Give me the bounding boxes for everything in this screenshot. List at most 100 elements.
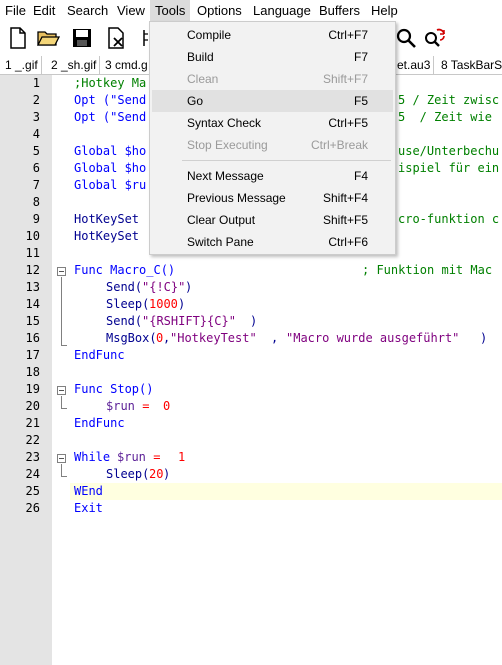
code-line-20-var: $run — [106, 399, 135, 413]
code-line-14: Sleep( — [106, 297, 150, 311]
fold-guide — [61, 464, 62, 476]
code-line-15-paren: ) — [250, 314, 258, 328]
code-line-24-number: 20 — [149, 467, 164, 481]
menu-item-shortcut: Ctrl+F5 — [328, 116, 368, 130]
menu-item-label: Previous Message — [187, 191, 286, 205]
menu-item-stop-executing: Stop Executing Ctrl+Break — [152, 134, 393, 156]
menu-help[interactable]: Help — [366, 0, 403, 22]
fold-guide-end — [61, 345, 67, 346]
code-line-3-tail: 5 / Zeit wie — [398, 110, 492, 124]
tab-1[interactable]: 1 _.gif — [2, 56, 42, 74]
tab-active-au3[interactable]: et.au3 — [394, 56, 435, 74]
line-number: 8 — [32, 195, 40, 209]
fold-guide — [61, 396, 62, 408]
menu-item-clear-output[interactable]: Clear Output Shift+F5 — [152, 209, 393, 231]
replace-icon[interactable] — [422, 26, 446, 50]
code-line-13-paren: ) — [185, 280, 193, 294]
line-number: 5 — [32, 144, 40, 158]
menu-edit[interactable]: Edit — [28, 0, 60, 22]
menu-item-label: Clear Output — [187, 213, 256, 227]
find-icon[interactable] — [394, 26, 418, 50]
line-number: 11 — [25, 246, 40, 260]
menu-item-syntax-check[interactable]: Syntax Check Ctrl+F5 — [152, 112, 393, 134]
code-line-24-paren: ) — [163, 467, 171, 481]
caret-line-highlight — [70, 483, 502, 500]
menu-item-shortcut: Ctrl+F7 — [328, 28, 368, 42]
code-line-23: While — [74, 450, 118, 464]
code-line-1: ;Hotkey Ma — [74, 76, 147, 90]
code-line-19: Func Stop() — [74, 382, 154, 396]
menu-item-label: Clean — [187, 72, 219, 86]
code-line-5: Global $ho — [74, 144, 147, 158]
menu-view[interactable]: View — [112, 0, 150, 22]
menu-item-previous-message[interactable]: Previous Message Shift+F4 — [152, 187, 393, 209]
code-line-14-paren: ) — [178, 297, 186, 311]
line-number: 21 — [25, 416, 40, 430]
menu-item-shortcut: F4 — [353, 169, 368, 183]
code-line-6-tail: ispiel für ein — [398, 161, 500, 175]
line-number: 25 — [25, 484, 40, 498]
open-folder-icon[interactable] — [36, 26, 61, 50]
menu-item-shortcut: Shift+F4 — [322, 191, 368, 205]
line-number: 10 — [25, 229, 40, 243]
line-number: 20 — [25, 399, 40, 413]
fold-guide-end — [61, 476, 67, 477]
tab-8[interactable]: 8 TaskBarSe — [438, 56, 502, 74]
close-file-icon[interactable] — [104, 26, 128, 50]
code-line-23-var: $run — [117, 450, 146, 464]
code-line-16: MsgBox( — [106, 331, 157, 345]
line-number: 13 — [25, 280, 40, 294]
code-line-12: Func Macro_C() — [74, 263, 176, 277]
menu-item-label: Stop Executing — [187, 138, 268, 152]
menu-item-build[interactable]: Build F7 — [152, 46, 393, 68]
menu-language[interactable]: Language — [248, 0, 316, 22]
new-file-icon[interactable] — [6, 26, 30, 50]
menu-file[interactable]: File — [0, 0, 31, 22]
code-line-5-tail: use/Unterbechu — [398, 144, 500, 158]
menu-item-label: Switch Pane — [187, 235, 254, 249]
menu-item-compile[interactable]: Compile Ctrl+F7 — [152, 24, 393, 46]
line-number: 17 — [25, 348, 40, 362]
code-line-23-number: 1 — [178, 450, 186, 464]
menu-separator — [182, 160, 391, 161]
fold-toggle-macro-c[interactable] — [57, 267, 66, 276]
tab-2[interactable]: 2 _sh.gif — [48, 56, 101, 74]
code-line-9: HotKeySet — [74, 212, 140, 226]
line-number: 26 — [25, 501, 40, 515]
menu-item-shortcut: Ctrl+F6 — [328, 235, 368, 249]
fold-toggle-while[interactable] — [57, 454, 66, 463]
menu-item-label: Compile — [187, 28, 232, 42]
menu-item-shortcut: Shift+F5 — [322, 213, 368, 227]
line-number: 22 — [25, 433, 40, 447]
menu-item-label: Go — [187, 94, 204, 108]
fold-margin — [52, 75, 70, 665]
code-line-20-number: 0 — [163, 399, 171, 413]
line-number: 23 — [25, 450, 40, 464]
menu-search[interactable]: Search — [62, 0, 113, 22]
code-line-2: Opt ("Send — [74, 93, 147, 107]
fold-toggle-stop[interactable] — [57, 386, 66, 395]
line-number: 6 — [32, 161, 40, 175]
menu-options[interactable]: Options — [192, 0, 247, 22]
fold-guide — [61, 277, 62, 345]
save-icon[interactable] — [70, 26, 94, 50]
line-number: 12 — [25, 263, 40, 277]
menu-buffers[interactable]: Buffers — [314, 0, 365, 22]
tab-3[interactable]: 3 cmd.g — [102, 56, 152, 74]
menu-tools[interactable]: Tools — [150, 0, 191, 22]
line-number: 7 — [32, 178, 40, 192]
line-number: 14 — [25, 297, 40, 311]
menu-item-switch-pane[interactable]: Switch Pane Ctrl+F6 — [152, 231, 393, 253]
menu-item-next-message[interactable]: Next Message F4 — [152, 165, 393, 187]
line-number: 19 — [25, 382, 40, 396]
code-line-25: WEnd — [74, 484, 103, 498]
line-number: 3 — [32, 110, 40, 124]
menu-item-go[interactable]: Go F5 — [152, 90, 393, 112]
code-line-26: Exit — [74, 501, 103, 515]
code-line-9-tail: cro-funktion c — [398, 212, 500, 226]
fold-guide-end — [61, 408, 67, 409]
code-line-17: EndFunc — [74, 348, 125, 362]
menu-item-shortcut: Shift+F7 — [322, 72, 368, 86]
code-line-14-number: 1000 — [149, 297, 178, 311]
code-line-16-string-1: "HotkeyTest" — [170, 331, 257, 345]
